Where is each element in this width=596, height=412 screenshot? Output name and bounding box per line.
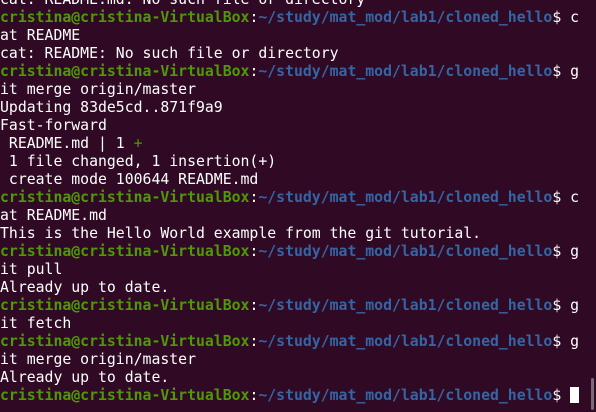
prompt-symbol: $: [552, 189, 571, 206]
command-text: g: [570, 333, 580, 350]
command-text: g: [570, 297, 580, 314]
output-line: 1 file changed, 1 insertion(+): [0, 153, 596, 171]
output-text: This is the Hello World example from the…: [0, 225, 482, 242]
output-text: create mode 100644 README.md: [0, 171, 259, 188]
prompt-user-host: cristina@cristina-VirtualBox: [0, 9, 250, 26]
prompt-line: cristina@cristina-VirtualBox:~/study/mat…: [0, 189, 596, 207]
prompt-path: ~/study/mat_mod/lab1/cloned_hello: [258, 387, 553, 404]
prompt-symbol: $: [552, 297, 571, 314]
prompt-path: ~/study/mat_mod/lab1/cloned_hello: [258, 9, 553, 26]
output-line: Already up to date.: [0, 369, 596, 387]
prompt-symbol: $: [552, 9, 571, 26]
prompt-path: ~/study/mat_mod/lab1/cloned_hello: [258, 243, 553, 260]
command-text: g: [570, 63, 580, 80]
output-text: README.md | 1: [0, 135, 134, 152]
prompt-user-host: cristina@cristina-VirtualBox: [0, 387, 250, 404]
output-line: cat: README: No such file or directory: [0, 45, 596, 63]
output-line: README.md | 1 +: [0, 135, 596, 153]
command-line: it merge origin/master: [0, 351, 596, 369]
output-text: 1 file changed, 1 insertion(+): [0, 153, 277, 170]
prompt-user-host: cristina@cristina-VirtualBox: [0, 63, 250, 80]
prompt-line: cristina@cristina-VirtualBox:~/study/mat…: [0, 63, 596, 81]
prompt-path: ~/study/mat_mod/lab1/cloned_hello: [258, 189, 553, 206]
prompt-user-host: cristina@cristina-VirtualBox: [0, 243, 250, 260]
prompt-symbol: $: [552, 243, 571, 260]
prompt-path: ~/study/mat_mod/lab1/cloned_hello: [258, 63, 553, 80]
command-text: it fetch: [0, 315, 72, 332]
command-text: it pull: [0, 261, 63, 278]
output-line: Updating 83de5cd..871f9a9: [0, 99, 596, 117]
output-line: create mode 100644 README.md: [0, 171, 596, 189]
command-text: g: [570, 243, 580, 260]
command-text: c: [570, 9, 580, 26]
output-text: Fast-forward: [0, 117, 107, 134]
terminal-output: cat: README.md: No such file or director…: [0, 0, 596, 405]
output-line: Already up to date.: [0, 279, 596, 297]
command-text: it merge origin/master: [0, 81, 196, 98]
command-text: at README: [0, 27, 81, 44]
output-text: Already up to date.: [0, 279, 170, 296]
active-prompt-line[interactable]: cristina@cristina-VirtualBox:~/study/mat…: [0, 387, 596, 405]
prompt-path: ~/study/mat_mod/lab1/cloned_hello: [258, 333, 553, 350]
prompt-user-host: cristina@cristina-VirtualBox: [0, 333, 250, 350]
output-line: This is the Hello World example from the…: [0, 225, 596, 243]
command-line: at README.md: [0, 207, 596, 225]
output-line: cat: README.md: No such file or director…: [0, 0, 596, 9]
command-line: it pull: [0, 261, 596, 279]
command-line: at README: [0, 27, 596, 45]
text-cursor[interactable]: [570, 387, 580, 403]
insertion-plus: +: [133, 135, 143, 152]
prompt-line: cristina@cristina-VirtualBox:~/study/mat…: [0, 9, 596, 27]
command-text: it merge origin/master: [0, 351, 196, 368]
command-line: it merge origin/master: [0, 81, 596, 99]
output-text: cat: README: No such file or directory: [0, 45, 339, 62]
output-text: Updating 83de5cd..871f9a9: [0, 99, 223, 116]
command-line: it fetch: [0, 315, 596, 333]
output-text: Already up to date.: [0, 369, 170, 386]
prompt-symbol: $: [552, 63, 571, 80]
prompt-symbol: $: [552, 333, 571, 350]
prompt-path: ~/study/mat_mod/lab1/cloned_hello: [258, 297, 553, 314]
scrollbar-thumb[interactable]: [591, 378, 594, 410]
prompt-line: cristina@cristina-VirtualBox:~/study/mat…: [0, 333, 596, 351]
output-line: Fast-forward: [0, 117, 596, 135]
command-text: c: [570, 189, 580, 206]
prompt-user-host: cristina@cristina-VirtualBox: [0, 297, 250, 314]
prompt-symbol: $: [552, 387, 571, 404]
output-text: cat: README.md: No such file or director…: [0, 0, 365, 8]
prompt-line: cristina@cristina-VirtualBox:~/study/mat…: [0, 243, 596, 261]
prompt-line: cristina@cristina-VirtualBox:~/study/mat…: [0, 297, 596, 315]
terminal-window[interactable]: cat: README.md: No such file or director…: [0, 0, 596, 412]
prompt-user-host: cristina@cristina-VirtualBox: [0, 189, 250, 206]
command-text: at README.md: [0, 207, 107, 224]
